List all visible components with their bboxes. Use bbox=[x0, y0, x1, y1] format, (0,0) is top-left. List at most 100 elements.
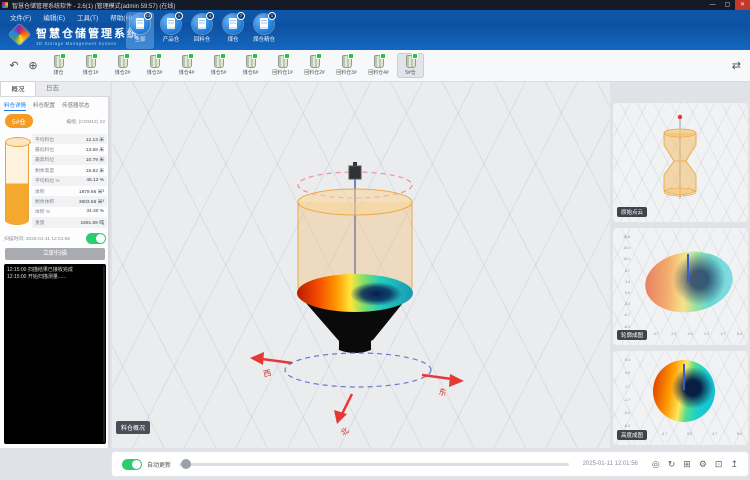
group-tab-coal[interactable]: 7 煤仓 bbox=[219, 12, 247, 49]
tab-silo-detail[interactable]: 料仓详情 bbox=[4, 101, 26, 111]
param-row: 剩余体积3603.56 米³ bbox=[32, 196, 107, 206]
app-logo-icon bbox=[9, 24, 30, 45]
fullscreen-icon[interactable]: ⊞ bbox=[683, 460, 691, 469]
tab-sensor-status[interactable]: 传感器状态 bbox=[62, 101, 90, 111]
toolbar-silo-item[interactable]: 煤仓6# bbox=[237, 53, 264, 78]
sensor-dot bbox=[678, 115, 682, 119]
north-arrow: 北 bbox=[334, 394, 352, 438]
auto-update-label: 自动更新 bbox=[147, 460, 171, 469]
panel-label: 高度成图 bbox=[617, 430, 647, 440]
silo-icon bbox=[54, 55, 64, 68]
toolbar-silo-item[interactable]: 煤仓2# bbox=[109, 53, 136, 78]
menu-bar: 文件(F) 编辑(E) 工具(T) 帮助(H) bbox=[0, 10, 750, 23]
export-icon[interactable]: ↥ bbox=[730, 460, 738, 469]
add-silo-icon[interactable]: ⊕ bbox=[26, 59, 40, 72]
toolbar-silo-item[interactable]: 回料仓1# bbox=[269, 53, 296, 78]
maximize-button[interactable]: ▢ bbox=[720, 0, 735, 10]
param-row: 体积1879.66 米³ bbox=[32, 186, 107, 196]
toolbar-silo-item[interactable]: 回料仓2# bbox=[301, 53, 328, 78]
close-button[interactable]: ✕ bbox=[735, 0, 750, 10]
app-subtitle: 3D Storage Management System bbox=[36, 41, 140, 46]
tab-silo-config[interactable]: 料仓配置 bbox=[33, 101, 55, 111]
compass-ring bbox=[285, 353, 431, 387]
param-row: 体积 %34.30 % bbox=[32, 207, 107, 217]
pointcloud-render bbox=[613, 103, 748, 222]
silo-icon bbox=[374, 55, 384, 68]
window-titlebar: 智慧仓储管理系统软件 - 2.6(1) (管理模式(admin 59:57) (… bbox=[0, 0, 750, 10]
scan-now-button[interactable]: 立即扫描 bbox=[5, 248, 105, 260]
toolbar-silo-item[interactable]: 回料仓3# bbox=[333, 53, 360, 78]
toolbar-silo-item[interactable]: 煤仓4# bbox=[173, 53, 200, 78]
count-badge: 1 bbox=[268, 12, 276, 20]
silo-folder-icon: 1 bbox=[254, 14, 274, 34]
tab-log[interactable]: 日志 bbox=[46, 81, 59, 96]
silo-folder-icon: 7 bbox=[223, 14, 243, 34]
y-axis-ticks: 8.45.01.7-1.7-5.0-8.4 bbox=[615, 359, 630, 429]
menu-file[interactable]: 文件(F) bbox=[10, 12, 31, 22]
toolbar-silo-item[interactable]: 煤仓1# bbox=[77, 53, 104, 78]
menu-edit[interactable]: 编辑(E) bbox=[43, 12, 65, 22]
x-axis-ticks: -8.4-4.7-2.30.02.34.78.4 bbox=[635, 333, 742, 337]
silo-fill-icon bbox=[4, 134, 30, 230]
scan-time: 扫描时间: 2025-01-11 12:01:56 bbox=[4, 235, 70, 242]
panel-contour-map[interactable]: 16.813.410.16.73.40.0-3.4-6.7-8.4 -8.4-4… bbox=[613, 228, 748, 345]
tab-overview[interactable]: 概况 bbox=[0, 81, 36, 96]
main-3d-viewport[interactable]: 西 东 北 料仓概况 bbox=[112, 82, 610, 448]
auto-update-toggle[interactable] bbox=[122, 459, 142, 470]
toolbar-silo-item[interactable]: 回料仓4# bbox=[365, 53, 392, 78]
panel-label: 轮廓成图 bbox=[617, 330, 647, 340]
snapshot-icon[interactable]: ⊡ bbox=[715, 460, 723, 469]
silo-icon bbox=[278, 55, 288, 68]
group-tab-return[interactable]: 4 回料仓 bbox=[188, 12, 216, 49]
panel-label: 原始点云 bbox=[617, 207, 647, 217]
menu-tools[interactable]: 工具(T) bbox=[77, 12, 98, 22]
north-label: 北 bbox=[339, 426, 351, 438]
viewport-badge: 料仓概况 bbox=[116, 421, 150, 434]
silo-folder-icon: 13 bbox=[130, 14, 150, 34]
silo-icon bbox=[406, 55, 416, 68]
toolbar-silo-item-selected[interactable]: 5#仓 bbox=[397, 53, 424, 78]
toolbar-silo-item[interactable]: 煤仓 bbox=[45, 53, 72, 78]
group-tab-fine-coal[interactable]: 1 煤仓精仓 bbox=[250, 12, 278, 49]
param-row: 最低料位13.68 米 bbox=[32, 144, 107, 154]
count-badge: 4 bbox=[206, 12, 214, 20]
panel-height-map[interactable]: 8.45.01.7-1.7-5.0-8.4 -8.4-4.70.04.78.4 … bbox=[613, 351, 748, 445]
bottom-timestamp: 2025-01-11 12:01:56 bbox=[583, 461, 638, 467]
timeline-slider[interactable] bbox=[179, 463, 569, 466]
bottom-control-bar: 自动更新 2025-01-11 12:01:56 ◎ ↻ ⊞ ⚙ ⊡ ↥ bbox=[112, 452, 748, 476]
silo-folder-icon: 4 bbox=[192, 14, 212, 34]
scanner-sensor bbox=[349, 166, 361, 179]
param-row: 最高料位10.79 米 bbox=[32, 155, 107, 165]
x-axis-ticks: -8.4-4.70.04.78.4 bbox=[635, 433, 742, 437]
group-tab-all[interactable]: 13 全部 bbox=[126, 12, 154, 49]
app-title: 智慧仓储管理系统 bbox=[36, 25, 140, 41]
minimize-button[interactable]: — bbox=[705, 0, 720, 10]
silo-icon bbox=[310, 55, 320, 68]
slider-handle[interactable] bbox=[181, 459, 191, 469]
param-row: 重量1691.69 吨 bbox=[32, 217, 107, 227]
refresh-icon[interactable]: ↻ bbox=[668, 460, 676, 469]
silo-detail-panel: 料仓详情 料仓配置 传感器状态 5#仓 编组: (COM12) 22 平均料位1… bbox=[0, 97, 110, 448]
panel-raw-pointcloud[interactable]: 原始点云 bbox=[613, 103, 748, 222]
count-badge: 7 bbox=[237, 12, 245, 20]
locate-icon[interactable]: ◎ bbox=[652, 460, 660, 469]
scan-toggle[interactable] bbox=[86, 233, 106, 244]
west-arrow: 西 bbox=[250, 352, 292, 379]
y-axis-ticks: 16.813.410.16.73.40.0-3.4-6.7-8.4 bbox=[615, 236, 630, 329]
silo-folder-icon: 1 bbox=[161, 14, 181, 34]
log-console[interactable]: 12:15:00 扫描结果已接收完成12:15:00 开始扫描测量...... bbox=[4, 264, 106, 444]
back-icon[interactable]: ↶ bbox=[7, 59, 21, 72]
app-icon bbox=[2, 2, 8, 8]
group-tab-product[interactable]: 1 产品仓 bbox=[157, 12, 185, 49]
silo-icon bbox=[214, 55, 224, 68]
count-badge: 1 bbox=[175, 12, 183, 20]
param-row: 平均料位12.13 米 bbox=[32, 134, 107, 144]
brand-bar: 智慧仓储管理系统 3D Storage Management System ‹ … bbox=[0, 23, 750, 50]
toolbar-silo-item[interactable]: 煤仓5# bbox=[205, 53, 232, 78]
silo-icon bbox=[182, 55, 192, 68]
toolbar-silo-item[interactable]: 煤仓3# bbox=[141, 53, 168, 78]
swap-view-icon[interactable]: ⇄ bbox=[732, 59, 741, 72]
console-scrollbar[interactable] bbox=[103, 266, 105, 442]
settings-gear-icon[interactable]: ⚙ bbox=[699, 460, 707, 469]
param-table: 平均料位12.13 米 最低料位13.68 米 最高料位10.79 米 剩余高度… bbox=[32, 134, 107, 228]
